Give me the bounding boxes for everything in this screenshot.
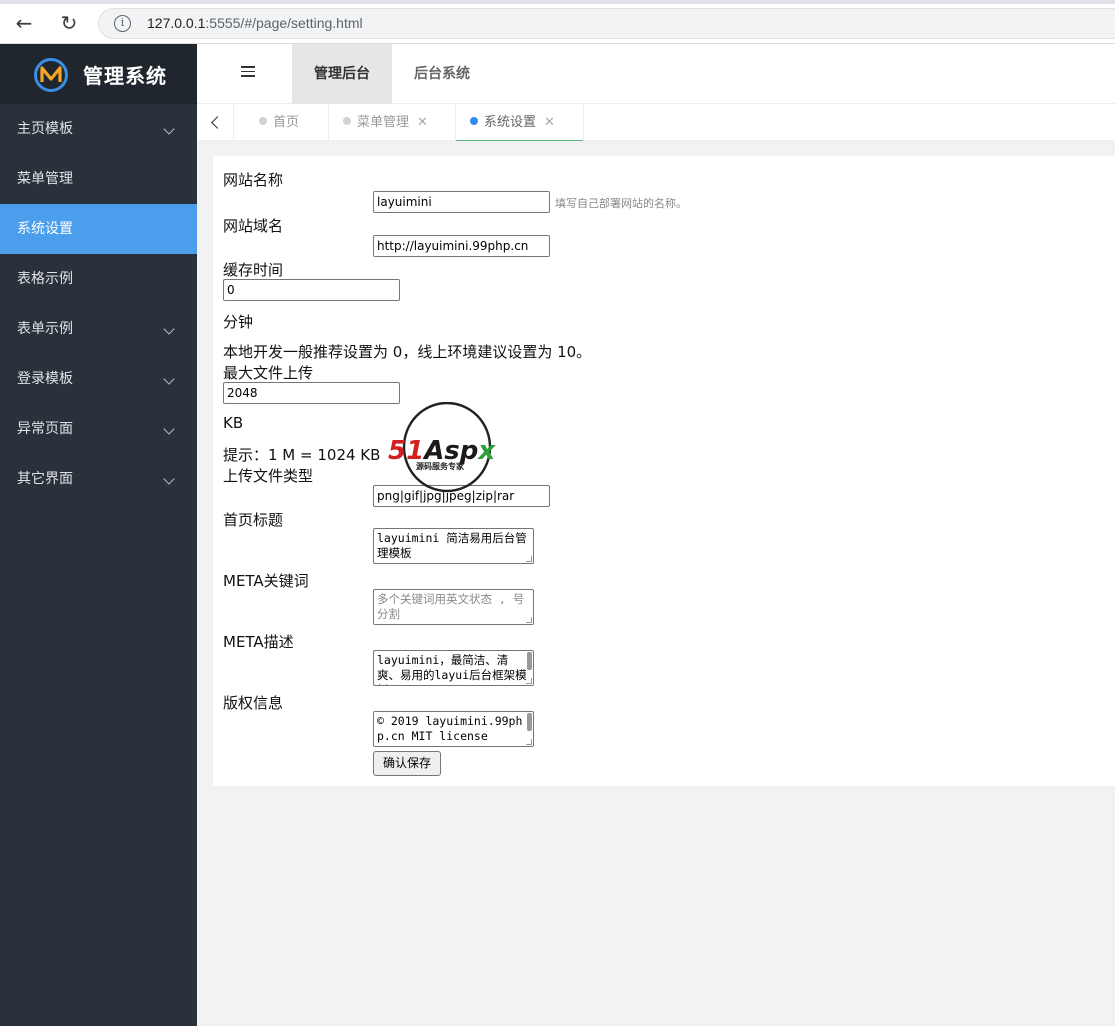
- reload-icon[interactable]: ↻: [57, 11, 81, 35]
- address-bar[interactable]: i 127.0.0.1:5555/#/page/setting.html: [98, 8, 1115, 39]
- sidebar-item-label: 菜单管理: [17, 171, 73, 187]
- site-name-label: 网站名称: [223, 171, 284, 189]
- resize-grip-icon[interactable]: [526, 739, 532, 745]
- back-icon[interactable]: ←: [12, 11, 36, 35]
- close-icon[interactable]: ✕: [417, 115, 428, 130]
- tab-dot-icon: [470, 117, 478, 125]
- logo-area[interactable]: 管理系统: [0, 44, 197, 104]
- page-tab-label: 系统设置: [484, 115, 537, 130]
- sidebar-item-login-templates[interactable]: 登录模板: [0, 354, 197, 404]
- max-upload-note: 提示：1 M = 1024 KB: [223, 446, 381, 464]
- tab-dot-icon: [259, 117, 267, 125]
- watermark-logo: 51Aspx 源码服务专家: [388, 402, 496, 493]
- tab-divider: [328, 104, 329, 141]
- max-upload-input[interactable]: 2048: [223, 382, 400, 404]
- sidebar-item-system-settings[interactable]: 系统设置: [0, 204, 197, 254]
- page-tab-strip: 首页 菜单管理 ✕ 系统设置 ✕: [197, 104, 1115, 141]
- resize-grip-icon[interactable]: [526, 556, 532, 562]
- logo-text: 管理系统: [83, 64, 167, 88]
- menu-toggle-icon[interactable]: [241, 66, 255, 82]
- sidebar-item-label: 表单示例: [17, 321, 73, 337]
- sidebar-item-menu-management[interactable]: 菜单管理: [0, 154, 197, 204]
- copyright-textarea[interactable]: © 2019 layuimini.99php.cn MIT license: [373, 711, 534, 747]
- header-tab-backend[interactable]: 后台系统: [392, 44, 492, 104]
- sidebar-item-table-examples[interactable]: 表格示例: [0, 254, 197, 304]
- site-domain-input[interactable]: http://layuimini.99php.cn: [373, 235, 550, 257]
- meta-keywords-placeholder: 多个关键词用英文状态 , 号分割: [377, 592, 525, 621]
- home-title-textarea[interactable]: layuimini 简洁易用后台管理模板: [373, 528, 534, 564]
- site-name-input[interactable]: layuimini: [373, 191, 550, 213]
- chevron-down-icon: [163, 373, 175, 385]
- settings-card: [213, 156, 1115, 786]
- upload-types-label: 上传文件类型: [223, 467, 314, 485]
- browser-tabstrip-edge: [0, 0, 1115, 4]
- page-tab-home[interactable]: 首页: [259, 104, 299, 141]
- tab-divider: [583, 104, 584, 141]
- close-icon[interactable]: ✕: [544, 115, 555, 130]
- chevron-down-icon: [163, 473, 175, 485]
- chevron-left-icon: [211, 116, 224, 129]
- meta-desc-label: META描述: [223, 633, 294, 651]
- watermark-tagline: 源码服务专家: [416, 461, 465, 471]
- browser-toolbar: ← ↻ i 127.0.0.1:5555/#/page/setting.html: [0, 0, 1115, 44]
- page-tab-menu-management[interactable]: 菜单管理 ✕: [343, 104, 428, 141]
- sidebar-item-label: 系统设置: [17, 221, 73, 237]
- cache-time-input[interactable]: 0: [223, 279, 400, 301]
- header-tab-admin[interactable]: 管理后台: [292, 44, 392, 104]
- page-tab-label: 首页: [273, 115, 300, 130]
- cache-time-label: 缓存时间: [223, 261, 284, 279]
- page-tab-label: 菜单管理: [357, 115, 410, 130]
- resize-grip-icon[interactable]: [526, 678, 532, 684]
- sidebar: 管理系统 主页模板 菜单管理 系统设置 表格示例 表单示例 登录模板 异常页面 …: [0, 44, 197, 1026]
- chevron-down-icon: [163, 323, 175, 335]
- sidebar-item-form-examples[interactable]: 表单示例: [0, 304, 197, 354]
- chevron-down-icon: [163, 423, 175, 435]
- site-name-hint: 填写自己部署网站的名称。: [555, 197, 687, 210]
- textarea-scrollbar[interactable]: [527, 652, 532, 670]
- sidebar-item-error-pages[interactable]: 异常页面: [0, 404, 197, 454]
- tab-scroll-left-button[interactable]: [197, 104, 234, 141]
- sidebar-item-label: 异常页面: [17, 421, 73, 437]
- chevron-down-icon: [163, 123, 175, 135]
- sidebar-item-label: 登录模板: [17, 371, 73, 387]
- save-button[interactable]: 确认保存: [373, 751, 441, 776]
- meta-desc-textarea[interactable]: layuimini，最简洁、清爽、易用的layui后台框架模板。: [373, 650, 534, 686]
- sidebar-item-label: 其它界面: [17, 471, 73, 487]
- cache-time-note: 本地开发一般推荐设置为 0，线上环境建议设置为 10。: [223, 343, 592, 361]
- logo-icon: [34, 58, 68, 92]
- site-domain-label: 网站域名: [223, 217, 284, 235]
- max-upload-label: 最大文件上传: [223, 364, 314, 382]
- meta-desc-value: layuimini，最简洁、清爽、易用的layui后台框架模板。: [377, 653, 527, 685]
- max-upload-unit: KB: [223, 414, 244, 432]
- url-host: 127.0.0.1: [147, 15, 206, 31]
- copyright-value: © 2019 layuimini.99php.cn MIT license: [377, 714, 523, 743]
- sidebar-item-other-pages[interactable]: 其它界面: [0, 454, 197, 504]
- meta-keywords-textarea[interactable]: 多个关键词用英文状态 , 号分割: [373, 589, 534, 625]
- textarea-scrollbar[interactable]: [527, 713, 532, 731]
- home-title-label: 首页标题: [223, 511, 284, 529]
- url-rest: :5555/#/page/setting.html: [205, 15, 363, 31]
- url-text[interactable]: 127.0.0.1:5555/#/page/setting.html: [147, 15, 363, 31]
- home-title-value: layuimini 简洁易用后台管理模板: [377, 531, 527, 560]
- copyright-label: 版权信息: [223, 694, 284, 712]
- sidebar-item-label: 表格示例: [17, 271, 73, 287]
- page-tab-system-settings[interactable]: 系统设置 ✕: [456, 104, 583, 141]
- sidebar-item-label: 主页模板: [17, 121, 73, 137]
- meta-keywords-label: META关键词: [223, 572, 309, 590]
- cache-time-unit: 分钟: [223, 313, 254, 331]
- resize-grip-icon[interactable]: [526, 617, 532, 623]
- tab-dot-icon: [343, 117, 351, 125]
- top-header: 管理后台 后台系统: [197, 44, 1115, 104]
- sidebar-item-home-template[interactable]: 主页模板: [0, 104, 197, 154]
- site-info-icon[interactable]: i: [114, 15, 131, 32]
